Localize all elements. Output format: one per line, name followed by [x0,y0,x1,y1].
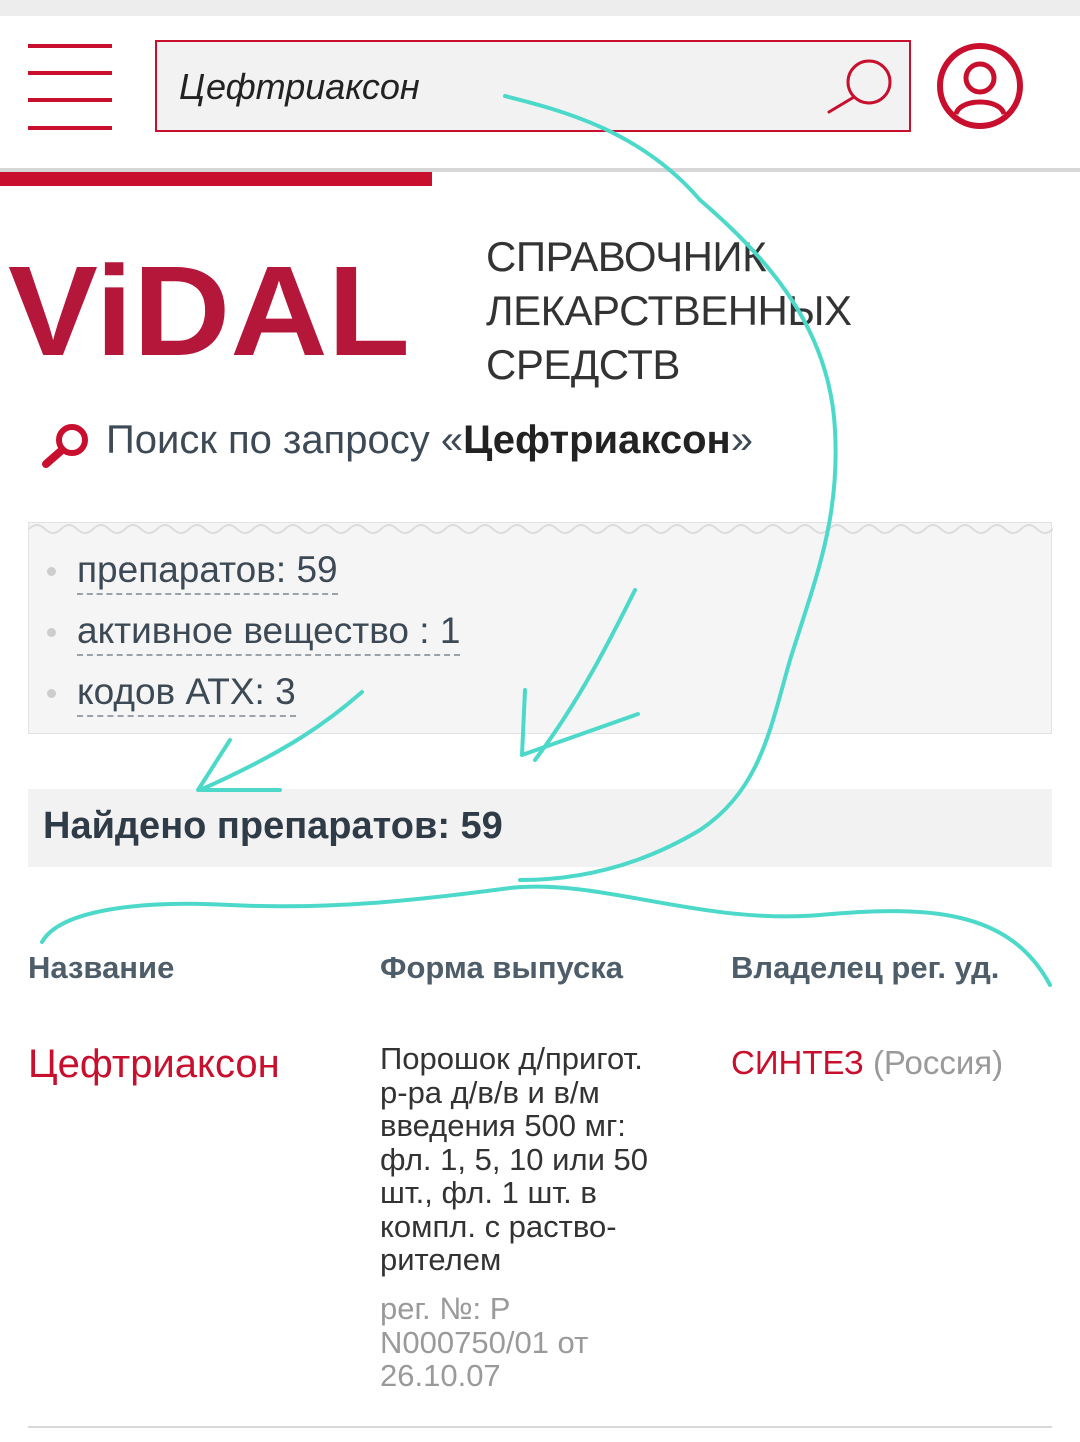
search-box [155,40,911,132]
vidal-logo[interactable]: ViDAL [8,262,412,360]
drug-name-link[interactable]: Цефтриаксон [28,1042,280,1087]
form-line: р-ра д/в/в и в/м [380,1074,600,1110]
tagline-line: СРЕДСТВ [486,341,680,388]
top-status-strip [0,0,1080,16]
accent-underline [0,172,432,186]
user-account-icon[interactable] [936,42,1024,130]
form-line: шт., фл. 1 шт. в [380,1175,597,1210]
registration-owner: СИНТЕЗ (Россия) [731,1044,1003,1082]
menu-line [28,98,112,102]
registration-number: рег. №: Р N000750/01 от 26.10.07 [380,1292,710,1393]
results-count-text: Найдено препаратов: 59 [43,805,503,847]
summary-link-active-substance[interactable]: активное вещество : 1 [77,610,461,656]
form-line: Порошок д/пригот. [380,1041,643,1076]
form-line: фл. 1, 5, 10 или 50 [380,1141,648,1177]
summary-panel: препаратов: 59 активное вещество : 1 код… [28,522,1053,734]
reg-line: рег. №: Р [380,1291,511,1326]
query-term: Цефтриаксон [463,418,731,462]
column-header-owner: Владелец рег. уд. [731,950,1000,985]
form-line: компл. с раство- [380,1208,617,1244]
reg-line: N000750/01 от [380,1324,589,1360]
column-header-name: Название [28,950,175,985]
bullet [47,689,56,698]
bullet [47,628,56,637]
query-text: Поиск по запросу «Цефтриаксон» [106,418,753,463]
summary-link-preparations[interactable]: препаратов: 59 [77,549,338,595]
row-divider [28,1426,1052,1428]
tagline-line: ЛЕКАРСТВЕННЫХ [486,287,852,334]
annotation-arrowhead-left [196,738,282,792]
summary-link-atc-codes[interactable]: кодов АТХ: 3 [77,671,296,717]
query-prefix: Поиск по запросу « [106,418,464,462]
magnifier-icon [42,424,88,468]
menu-line [28,126,112,130]
menu-line [28,71,112,75]
search-icon[interactable] [825,56,897,118]
annotation-curve-main [503,94,838,882]
owner-name-link[interactable]: СИНТЕЗ [731,1044,864,1081]
logo-text: ViDAL [8,262,410,360]
form-line: рителем [380,1242,502,1277]
bullet [47,567,56,576]
tagline: СПРАВОЧНИК ЛЕКАРСТВЕННЫХ СРЕДСТВ [486,230,906,392]
menu-line [28,44,112,48]
query-suffix: » [730,418,753,462]
reg-line: 26.10.07 [380,1358,501,1393]
search-input[interactable] [177,56,821,118]
results-count-bar: Найдено препаратов: 59 [28,789,1052,867]
menu-hamburger-button[interactable] [28,44,112,130]
tagline-line: СПРАВОЧНИК [486,233,767,280]
owner-country: (Россия) [872,1044,1004,1081]
column-header-form: Форма выпуска [380,950,624,985]
scalloped-edge [29,524,1053,534]
drug-release-form: Порошок д/пригот. р-ра д/в/в и в/м введе… [380,1042,710,1277]
form-line: введения 500 мг: [380,1108,626,1143]
